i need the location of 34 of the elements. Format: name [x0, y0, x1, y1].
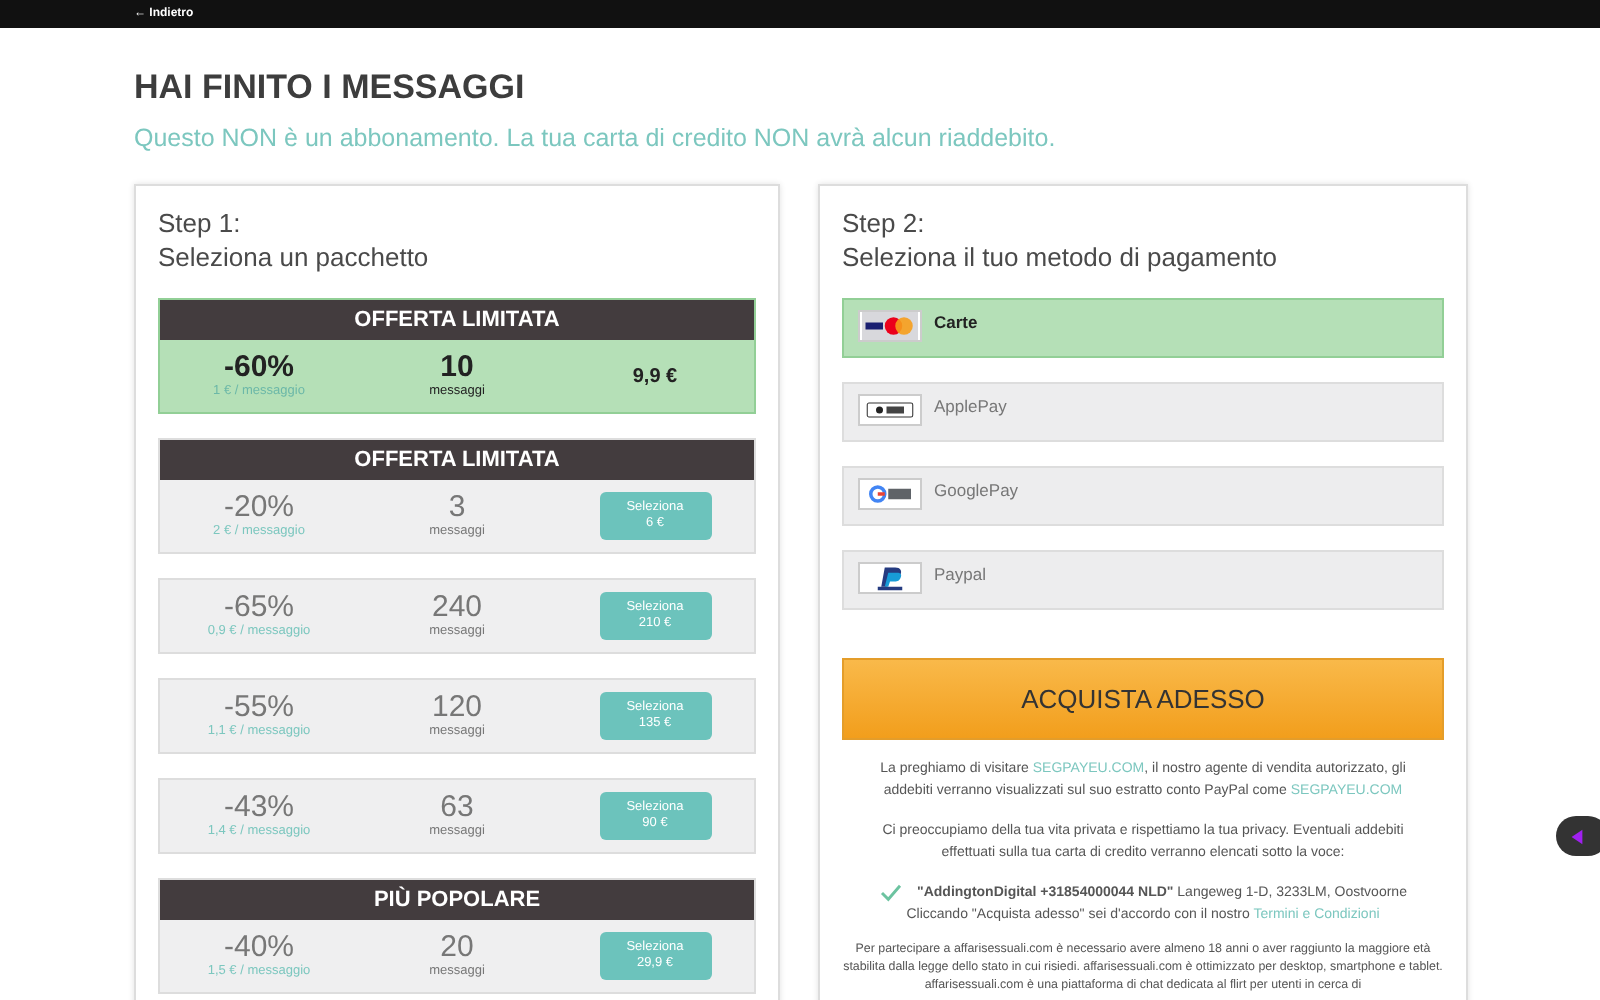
card-logos-icon: [858, 310, 922, 343]
package-header: PIÙ POPOLARE: [160, 880, 754, 921]
discount-text: -43%: [221, 792, 295, 825]
package-header: OFFERTA LIMITATA: [160, 300, 754, 341]
check-icon: [879, 883, 902, 902]
step-title: Seleziona il tuo metodo di pagamento: [842, 240, 1280, 275]
message-count: 10: [440, 352, 474, 385]
message-count: 20: [440, 932, 474, 965]
discount-text: -40%: [221, 932, 295, 965]
payment-option[interactable]: ApplePay: [842, 382, 1444, 443]
chat-toggle-button[interactable]: [1556, 816, 1600, 856]
package-header: OFFERTA LIMITATA: [160, 440, 754, 481]
discount-text: -20%: [221, 492, 295, 525]
step-title: Seleziona un pacchetto: [158, 240, 431, 275]
payment-option[interactable]: Carte: [842, 298, 1444, 359]
payment-option[interactable]: GooglePay: [842, 466, 1444, 527]
notice-text: Questo NON è un abbonamento. La tua carta di credito NON avrà alcun riaddebito.: [134, 121, 1058, 155]
step-label: Step 2:: [842, 206, 927, 241]
buy-button[interactable]: ACQUISTA ADESSO: [842, 658, 1444, 741]
message-count: 240: [431, 592, 483, 625]
paypal-icon: [858, 562, 922, 595]
message-count: 120: [431, 692, 483, 725]
message-count: 63: [440, 792, 474, 825]
step-label: Step 1:: [158, 206, 243, 241]
apple-pay-icon: [858, 394, 922, 427]
discount-text: -60%: [221, 352, 295, 385]
discount-text: -55%: [221, 692, 295, 725]
discount-text: -65%: [221, 592, 295, 625]
payment-option[interactable]: Paypal: [842, 550, 1444, 611]
arrow-left-icon: [1568, 827, 1586, 845]
page-heading: HAI FINITO I MESSAGGI: [134, 66, 527, 110]
package-price: 9,9 €: [630, 363, 680, 392]
google-pay-icon: [858, 478, 922, 511]
message-count: 3: [448, 492, 466, 525]
